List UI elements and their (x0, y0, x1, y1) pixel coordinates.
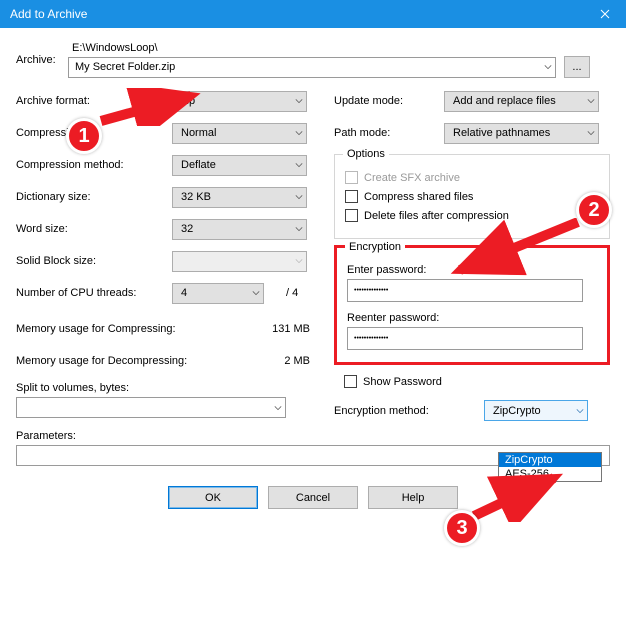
archive-filename-combo[interactable]: My Secret Folder.zip (68, 57, 556, 78)
dropdown-option-zipcrypto[interactable]: ZipCrypto (499, 453, 601, 467)
chevron-down-icon (587, 97, 595, 105)
cancel-button[interactable]: Cancel (268, 486, 358, 509)
annotation-badge-3: 3 (444, 510, 480, 546)
annotation-arrow-1 (96, 88, 206, 126)
annotation-arrow-2 (448, 218, 588, 278)
mem-decomp-value: 2 MB (216, 355, 316, 367)
word-size-label: Word size: (16, 223, 172, 235)
chevron-down-icon (587, 129, 595, 137)
enter-password-input[interactable]: •••••••••••••• (347, 279, 583, 302)
update-mode-combo[interactable]: Add and replace files (444, 91, 599, 112)
compress-shared-label: Compress shared files (364, 191, 473, 203)
cpu-threads-combo[interactable]: 4 (172, 283, 264, 304)
sfx-label: Create SFX archive (364, 172, 460, 184)
solid-block-combo (172, 251, 307, 272)
dictionary-size-label: Dictionary size: (16, 191, 172, 203)
chevron-down-icon (252, 289, 260, 297)
encryption-method-label: Encryption method: (334, 405, 484, 417)
sfx-checkbox (345, 171, 358, 184)
archive-filename: My Secret Folder.zip (75, 61, 175, 73)
chevron-down-icon (295, 225, 303, 233)
dictionary-size-combo[interactable]: 32 KB (172, 187, 307, 208)
chevron-down-icon (274, 404, 282, 412)
parameters-label: Parameters: (16, 430, 316, 442)
path-mode-label: Path mode: (334, 127, 444, 139)
show-password-checkbox[interactable] (344, 375, 357, 388)
archive-path: E:\WindowsLoop\ (68, 42, 610, 54)
encryption-method-combo[interactable]: ZipCrypto (484, 400, 588, 421)
browse-button[interactable]: ... (564, 56, 590, 78)
help-button[interactable]: Help (368, 486, 458, 509)
compression-method-combo[interactable]: Deflate (172, 155, 307, 176)
reenter-password-label: Reenter password: (347, 312, 597, 324)
chevron-down-icon (295, 129, 303, 137)
chevron-down-icon (295, 161, 303, 169)
ok-button[interactable]: OK (168, 486, 258, 509)
split-volumes-label: Split to volumes, bytes: (16, 382, 316, 394)
window-title: Add to Archive (10, 7, 87, 21)
annotation-badge-2: 2 (576, 192, 612, 228)
word-size-combo[interactable]: 32 (172, 219, 307, 240)
annotation-badge-1: 1 (66, 118, 102, 154)
path-mode-combo[interactable]: Relative pathnames (444, 123, 599, 144)
update-mode-label: Update mode: (334, 95, 444, 107)
chevron-down-icon (295, 97, 303, 105)
compress-shared-checkbox[interactable] (345, 190, 358, 203)
annotation-arrow-3 (468, 472, 568, 522)
mem-comp-label: Memory usage for Compressing: (16, 323, 216, 335)
archive-label: Archive: (16, 54, 68, 66)
split-volumes-combo[interactable] (16, 397, 286, 418)
delete-after-checkbox[interactable] (345, 209, 358, 222)
chevron-down-icon (544, 63, 552, 71)
options-title: Options (343, 148, 389, 160)
chevron-down-icon (576, 407, 584, 415)
compression-method-label: Compression method: (16, 159, 172, 171)
solid-block-label: Solid Block size: (16, 255, 172, 267)
show-password-label: Show Password (363, 376, 442, 388)
mem-decomp-label: Memory usage for Decompressing: (16, 355, 216, 367)
cpu-threads-max: / 4 (286, 287, 298, 299)
cpu-threads-label: Number of CPU threads: (16, 287, 172, 299)
chevron-down-icon (295, 193, 303, 201)
reenter-password-input[interactable]: •••••••••••••• (347, 327, 583, 350)
encryption-title: Encryption (345, 241, 405, 253)
close-button[interactable] (584, 0, 626, 28)
chevron-down-icon (295, 257, 303, 265)
mem-comp-value: 131 MB (216, 323, 316, 335)
titlebar: Add to Archive (0, 0, 626, 28)
